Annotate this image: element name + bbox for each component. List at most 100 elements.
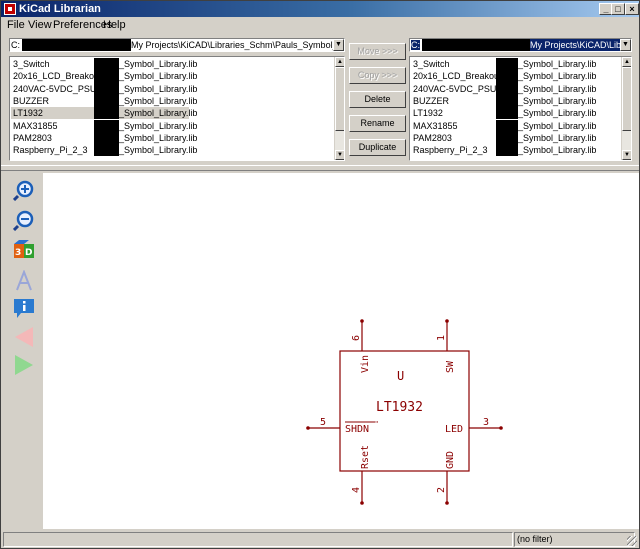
symbol-name: Raspberry_Pi_2_3 — [13, 145, 88, 156]
app-icon — [4, 3, 16, 15]
pin-6-end — [360, 319, 364, 323]
symbol-name: BUZZER — [13, 95, 49, 106]
shdn-overbar-marker: " — [375, 420, 378, 428]
list-item[interactable]: MAX31855 _Symbol_Library.lib — [411, 119, 619, 132]
info-icon[interactable] — [13, 297, 35, 319]
pin-5-end — [306, 426, 310, 430]
list-item[interactable]: BUZZER _Symbol_Library.lib — [411, 94, 619, 108]
menu-view[interactable]: View — [28, 18, 52, 32]
maximize-button[interactable]: □ — [611, 3, 625, 15]
symbol-name: MAX31855 — [413, 120, 458, 131]
library-file-name: _Symbol_Library.lib — [119, 83, 198, 94]
library-file-name: _Symbol_Library.lib — [119, 145, 198, 156]
left-library-path-combo[interactable]: C: My Projects\KiCAD\Libraries_Schm\Paul… — [9, 38, 345, 52]
scroll-up-icon[interactable]: ▲ — [622, 57, 631, 67]
status-panel-main — [3, 532, 513, 547]
right-symbol-list[interactable]: Raspberry_Pi_2_3 _Symbol_Library.lib PAM28… — [409, 56, 632, 161]
library-file-name: _Symbol_Library.lib — [119, 120, 198, 131]
list-item[interactable]: MAX31855 _Symbol_Library.lib — [11, 119, 197, 132]
right-library-path-combo[interactable]: C: My Projects\KiCAD\Libraries ▼ — [409, 38, 632, 52]
menu-file[interactable]: File — [7, 18, 25, 32]
pin-2-end — [445, 501, 449, 505]
move-button[interactable]: Move >>> — [349, 43, 406, 60]
list-item[interactable]: PAM2803 _Symbol_Library.lib — [11, 131, 197, 145]
symbol-drawing: 6 1 5 3 4 2 Vin SW SHDN LED Rset GND U L… — [306, 319, 503, 505]
list-item[interactable]: 20x16_LCD_Breakout _Symbol_Library.lib — [411, 70, 619, 83]
duplicate-button[interactable]: Duplicate — [349, 139, 406, 156]
list-item[interactable]: PAM2803 _Symbol_Library.lib — [411, 131, 619, 145]
right-path-suffix: My Projects\KiCAD\Libraries — [530, 39, 631, 51]
pin-2-number: 2 — [436, 487, 447, 493]
scroll-up-icon[interactable]: ▲ — [335, 57, 344, 67]
menu-help[interactable]: Help — [103, 18, 126, 32]
delete-button[interactable]: Delete — [349, 91, 406, 108]
close-button[interactable]: × — [625, 3, 639, 15]
list-item[interactable]: 3_Switch _Symbol_Library.lib — [11, 58, 197, 71]
kicad-librarian-window: KiCad Librarian _ □ × File View Preferen… — [0, 0, 640, 549]
list-item[interactable]: Raspberry_Pi_2_3 _Symbol_Library.lib — [11, 144, 197, 157]
list-item[interactable]: 240VAC-5VDC_PSU _Symbol_Library.lib — [11, 82, 197, 95]
pin-5-name: SHDN — [345, 424, 369, 435]
redacted-path — [496, 70, 518, 83]
symbol-name: PAM2803 — [13, 132, 52, 143]
list-item[interactable]: LT1932 _Symbol_Library.lib — [411, 107, 619, 120]
list-item[interactable]: BUZZER _Symbol_Library.lib — [11, 94, 197, 108]
3d-view-icon[interactable]: 3 D — [13, 240, 35, 262]
scroll-down-icon[interactable]: ▼ — [622, 150, 631, 160]
library-file-name: _Symbol_Library.lib — [119, 95, 198, 106]
library-file-name: _Symbol_Library.lib — [119, 59, 198, 69]
menu-bar: File View Preferences Help — [1, 17, 639, 33]
library-file-name: _Symbol_Library.lib — [119, 71, 198, 82]
redacted-path — [22, 39, 131, 51]
redacted-path — [496, 119, 518, 132]
copy-button[interactable]: Copy >>> — [349, 67, 406, 84]
symbol-name: 3_Switch — [13, 59, 50, 69]
right-list-scrollbar[interactable]: ▲ ▼ — [621, 57, 631, 160]
zoom-in-icon[interactable] — [13, 179, 35, 201]
redacted-path — [496, 144, 518, 157]
zoom-out-icon[interactable] — [13, 209, 35, 231]
svg-text:3: 3 — [15, 248, 21, 258]
left-symbol-list[interactable]: Raspberry_Pi_2_3 _Symbol_Library.lib PAM28… — [9, 56, 345, 161]
chevron-down-icon[interactable]: ▼ — [333, 39, 344, 51]
list-item[interactable]: 240VAC-5VDC_PSU _Symbol_Library.lib — [411, 82, 619, 95]
library-file-name: _Symbol_Library.lib — [518, 132, 597, 143]
pin-icon[interactable] — [13, 270, 35, 292]
library-file-name: _Symbol_Library.lib — [518, 145, 597, 156]
pin-3-number: 3 — [483, 417, 489, 428]
list-item[interactable]: LT1932 _Symbol_Library.lib — [11, 107, 197, 120]
symbol-name: 3_Switch — [413, 59, 450, 69]
symbol-reference: U — [397, 369, 404, 383]
list-item[interactable]: 3_Switch _Symbol_Library.lib — [411, 58, 619, 71]
library-file-name: _Symbol_Library.lib — [119, 132, 198, 143]
left-list-scrollbar[interactable]: ▲ ▼ — [334, 57, 344, 160]
right-path-prefix: C: — [411, 40, 420, 50]
library-file-name: _Symbol_Library.lib — [518, 108, 597, 119]
panel-splitter[interactable] — [1, 165, 639, 171]
redacted-path — [496, 82, 518, 95]
pin-4-name: Rset — [360, 445, 371, 469]
previous-icon[interactable] — [13, 326, 35, 348]
redacted-path — [94, 58, 119, 71]
symbol-name: 240VAC-5VDC_PSU — [413, 83, 497, 94]
scroll-down-icon[interactable]: ▼ — [335, 150, 344, 160]
symbol-name: 20x16_LCD_Breakout — [13, 71, 102, 82]
rename-button[interactable]: Rename — [349, 115, 406, 132]
list-item[interactable]: Raspberry_Pi_2_3 _Symbol_Library.lib — [411, 144, 619, 157]
list-item[interactable]: 20x16_LCD_Breakout _Symbol_Library.lib — [11, 70, 197, 83]
view-toolbar: 3 D — [5, 173, 43, 529]
next-icon[interactable] — [13, 354, 35, 376]
chevron-down-icon[interactable]: ▼ — [620, 39, 631, 51]
symbol-preview-canvas[interactable]: 6 1 5 3 4 2 Vin SW SHDN LED Rset GND U L… — [43, 173, 639, 529]
symbol-name: MAX31855 — [13, 120, 58, 131]
redacted-path — [94, 82, 119, 95]
resize-grip-icon[interactable] — [627, 536, 637, 546]
status-filter: (no filter) — [514, 532, 635, 547]
scroll-thumb[interactable] — [622, 67, 631, 131]
svg-text:D: D — [25, 248, 32, 258]
scroll-thumb[interactable] — [335, 67, 344, 131]
pin-2-name: GND — [445, 451, 456, 469]
symbol-name: 20x16_LCD_Breakout — [413, 71, 502, 82]
pin-6-name: Vin — [360, 355, 371, 373]
symbol-name: BUZZER — [413, 95, 449, 106]
